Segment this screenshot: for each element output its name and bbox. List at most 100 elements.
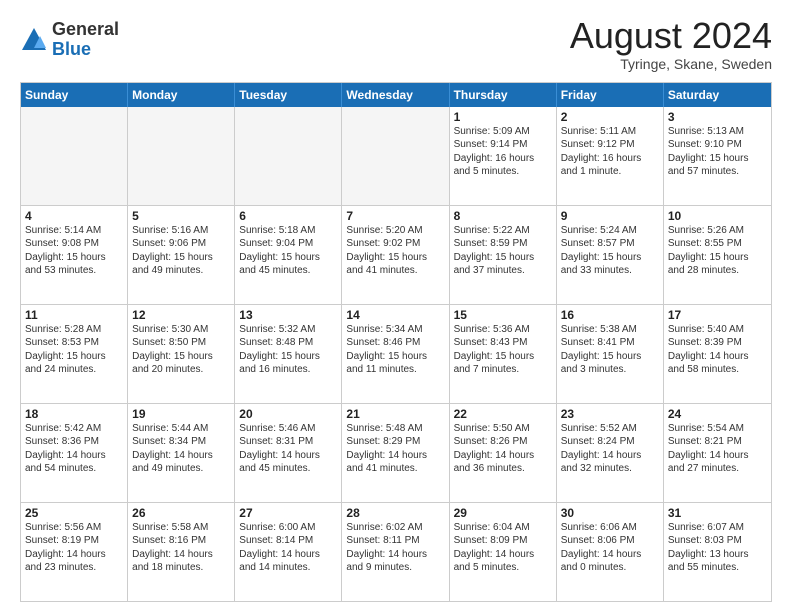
weekday-header: Tuesday: [235, 83, 342, 107]
calendar-cell: 28Sunrise: 6:02 AM Sunset: 8:11 PM Dayli…: [342, 503, 449, 601]
cell-info: Sunrise: 5:58 AM Sunset: 8:16 PM Dayligh…: [132, 521, 230, 575]
day-number: 17: [668, 308, 767, 322]
day-number: 13: [239, 308, 337, 322]
cell-info: Sunrise: 5:56 AM Sunset: 8:19 PM Dayligh…: [25, 521, 123, 575]
calendar-cell: 5Sunrise: 5:16 AM Sunset: 9:06 PM Daylig…: [128, 206, 235, 304]
cell-info: Sunrise: 5:26 AM Sunset: 8:55 PM Dayligh…: [668, 224, 767, 278]
cell-info: Sunrise: 5:28 AM Sunset: 8:53 PM Dayligh…: [25, 323, 123, 377]
cell-info: Sunrise: 5:54 AM Sunset: 8:21 PM Dayligh…: [668, 422, 767, 476]
month-title: August 2024: [570, 16, 772, 56]
day-number: 30: [561, 506, 659, 520]
cell-info: Sunrise: 5:44 AM Sunset: 8:34 PM Dayligh…: [132, 422, 230, 476]
calendar-cell: 21Sunrise: 5:48 AM Sunset: 8:29 PM Dayli…: [342, 404, 449, 502]
calendar-row: 18Sunrise: 5:42 AM Sunset: 8:36 PM Dayli…: [21, 403, 771, 502]
calendar-cell: 16Sunrise: 5:38 AM Sunset: 8:41 PM Dayli…: [557, 305, 664, 403]
logo-text: General Blue: [52, 20, 119, 60]
cell-info: Sunrise: 5:50 AM Sunset: 8:26 PM Dayligh…: [454, 422, 552, 476]
calendar-cell: [342, 107, 449, 205]
header: General Blue August 2024 Tyringe, Skane,…: [20, 16, 772, 72]
day-number: 12: [132, 308, 230, 322]
cell-info: Sunrise: 5:22 AM Sunset: 8:59 PM Dayligh…: [454, 224, 552, 278]
day-number: 14: [346, 308, 444, 322]
day-number: 21: [346, 407, 444, 421]
cell-info: Sunrise: 6:02 AM Sunset: 8:11 PM Dayligh…: [346, 521, 444, 575]
day-number: 28: [346, 506, 444, 520]
calendar-row: 1Sunrise: 5:09 AM Sunset: 9:14 PM Daylig…: [21, 107, 771, 205]
cell-info: Sunrise: 5:36 AM Sunset: 8:43 PM Dayligh…: [454, 323, 552, 377]
calendar-cell: 25Sunrise: 5:56 AM Sunset: 8:19 PM Dayli…: [21, 503, 128, 601]
weekday-header: Sunday: [21, 83, 128, 107]
calendar-cell: [128, 107, 235, 205]
calendar-cell: 31Sunrise: 6:07 AM Sunset: 8:03 PM Dayli…: [664, 503, 771, 601]
calendar-cell: 8Sunrise: 5:22 AM Sunset: 8:59 PM Daylig…: [450, 206, 557, 304]
cell-info: Sunrise: 5:52 AM Sunset: 8:24 PM Dayligh…: [561, 422, 659, 476]
day-number: 25: [25, 506, 123, 520]
day-number: 11: [25, 308, 123, 322]
day-number: 5: [132, 209, 230, 223]
cell-info: Sunrise: 5:46 AM Sunset: 8:31 PM Dayligh…: [239, 422, 337, 476]
cell-info: Sunrise: 5:13 AM Sunset: 9:10 PM Dayligh…: [668, 125, 767, 179]
cell-info: Sunrise: 5:20 AM Sunset: 9:02 PM Dayligh…: [346, 224, 444, 278]
calendar-cell: 11Sunrise: 5:28 AM Sunset: 8:53 PM Dayli…: [21, 305, 128, 403]
day-number: 2: [561, 110, 659, 124]
day-number: 15: [454, 308, 552, 322]
calendar-cell: 1Sunrise: 5:09 AM Sunset: 9:14 PM Daylig…: [450, 107, 557, 205]
calendar-cell: 30Sunrise: 6:06 AM Sunset: 8:06 PM Dayli…: [557, 503, 664, 601]
calendar-cell: 24Sunrise: 5:54 AM Sunset: 8:21 PM Dayli…: [664, 404, 771, 502]
day-number: 8: [454, 209, 552, 223]
calendar: SundayMondayTuesdayWednesdayThursdayFrid…: [20, 82, 772, 602]
calendar-cell: 15Sunrise: 5:36 AM Sunset: 8:43 PM Dayli…: [450, 305, 557, 403]
calendar-cell: 9Sunrise: 5:24 AM Sunset: 8:57 PM Daylig…: [557, 206, 664, 304]
calendar-cell: 4Sunrise: 5:14 AM Sunset: 9:08 PM Daylig…: [21, 206, 128, 304]
calendar-header: SundayMondayTuesdayWednesdayThursdayFrid…: [21, 83, 771, 107]
calendar-cell: 26Sunrise: 5:58 AM Sunset: 8:16 PM Dayli…: [128, 503, 235, 601]
cell-info: Sunrise: 6:07 AM Sunset: 8:03 PM Dayligh…: [668, 521, 767, 575]
calendar-row: 11Sunrise: 5:28 AM Sunset: 8:53 PM Dayli…: [21, 304, 771, 403]
cell-info: Sunrise: 6:06 AM Sunset: 8:06 PM Dayligh…: [561, 521, 659, 575]
calendar-cell: 20Sunrise: 5:46 AM Sunset: 8:31 PM Dayli…: [235, 404, 342, 502]
logo-blue: Blue: [52, 40, 119, 60]
weekday-header: Friday: [557, 83, 664, 107]
calendar-row: 4Sunrise: 5:14 AM Sunset: 9:08 PM Daylig…: [21, 205, 771, 304]
weekday-header: Monday: [128, 83, 235, 107]
calendar-cell: 10Sunrise: 5:26 AM Sunset: 8:55 PM Dayli…: [664, 206, 771, 304]
cell-info: Sunrise: 5:14 AM Sunset: 9:08 PM Dayligh…: [25, 224, 123, 278]
day-number: 26: [132, 506, 230, 520]
calendar-cell: 29Sunrise: 6:04 AM Sunset: 8:09 PM Dayli…: [450, 503, 557, 601]
calendar-cell: 2Sunrise: 5:11 AM Sunset: 9:12 PM Daylig…: [557, 107, 664, 205]
calendar-cell: 12Sunrise: 5:30 AM Sunset: 8:50 PM Dayli…: [128, 305, 235, 403]
calendar-body: 1Sunrise: 5:09 AM Sunset: 9:14 PM Daylig…: [21, 107, 771, 601]
cell-info: Sunrise: 5:18 AM Sunset: 9:04 PM Dayligh…: [239, 224, 337, 278]
title-block: August 2024 Tyringe, Skane, Sweden: [570, 16, 772, 72]
day-number: 6: [239, 209, 337, 223]
day-number: 1: [454, 110, 552, 124]
page: General Blue August 2024 Tyringe, Skane,…: [0, 0, 792, 612]
cell-info: Sunrise: 6:04 AM Sunset: 8:09 PM Dayligh…: [454, 521, 552, 575]
calendar-cell: 7Sunrise: 5:20 AM Sunset: 9:02 PM Daylig…: [342, 206, 449, 304]
day-number: 29: [454, 506, 552, 520]
calendar-cell: 19Sunrise: 5:44 AM Sunset: 8:34 PM Dayli…: [128, 404, 235, 502]
day-number: 7: [346, 209, 444, 223]
cell-info: Sunrise: 5:40 AM Sunset: 8:39 PM Dayligh…: [668, 323, 767, 377]
day-number: 18: [25, 407, 123, 421]
cell-info: Sunrise: 5:38 AM Sunset: 8:41 PM Dayligh…: [561, 323, 659, 377]
weekday-header: Thursday: [450, 83, 557, 107]
cell-info: Sunrise: 5:24 AM Sunset: 8:57 PM Dayligh…: [561, 224, 659, 278]
logo-general: General: [52, 20, 119, 40]
cell-info: Sunrise: 5:34 AM Sunset: 8:46 PM Dayligh…: [346, 323, 444, 377]
day-number: 31: [668, 506, 767, 520]
day-number: 16: [561, 308, 659, 322]
calendar-cell: [235, 107, 342, 205]
cell-info: Sunrise: 6:00 AM Sunset: 8:14 PM Dayligh…: [239, 521, 337, 575]
calendar-cell: 23Sunrise: 5:52 AM Sunset: 8:24 PM Dayli…: [557, 404, 664, 502]
calendar-cell: [21, 107, 128, 205]
calendar-cell: 18Sunrise: 5:42 AM Sunset: 8:36 PM Dayli…: [21, 404, 128, 502]
calendar-cell: 22Sunrise: 5:50 AM Sunset: 8:26 PM Dayli…: [450, 404, 557, 502]
day-number: 22: [454, 407, 552, 421]
logo-icon: [20, 26, 48, 54]
day-number: 4: [25, 209, 123, 223]
cell-info: Sunrise: 5:16 AM Sunset: 9:06 PM Dayligh…: [132, 224, 230, 278]
weekday-header: Wednesday: [342, 83, 449, 107]
calendar-cell: 17Sunrise: 5:40 AM Sunset: 8:39 PM Dayli…: [664, 305, 771, 403]
weekday-header: Saturday: [664, 83, 771, 107]
